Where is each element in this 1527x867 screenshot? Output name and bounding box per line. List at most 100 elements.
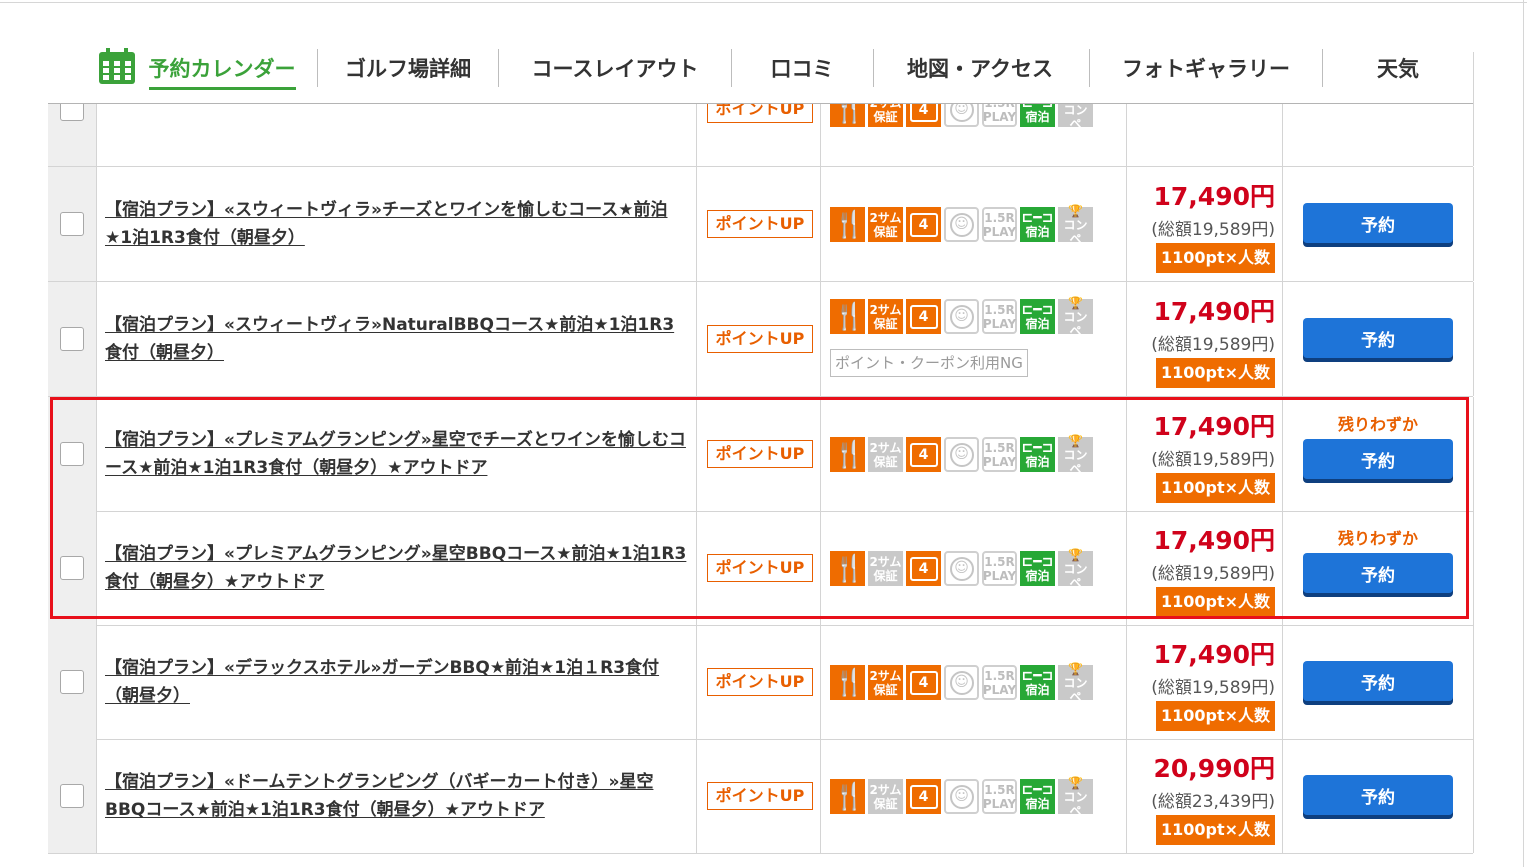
right-divider: [1523, 0, 1524, 867]
play-bottom: PLAY: [982, 316, 1017, 331]
two-sum-text: 2サム保証: [869, 441, 901, 469]
reserve-button[interactable]: 予約: [1303, 203, 1453, 243]
cart-glyph: 4: [909, 212, 938, 237]
few-remaining-label: 残りわずか: [1337, 529, 1418, 548]
stay-label: 宿泊: [1025, 455, 1050, 469]
bed-glyph: ⊏━⊐: [1021, 554, 1054, 570]
plan-total-price: (総額19,589円): [1151, 220, 1275, 240]
reserve-cell: 残りわずか 予約: [1282, 511, 1474, 625]
two-sum-bottom: 保証: [873, 109, 898, 124]
stay-text: ⊏━⊐宿泊: [1022, 440, 1054, 469]
feature-icons: 🍴2サム保証4☺1.5RPLAY⊏━⊐宿泊🏆コンペ: [830, 296, 1093, 338]
point-cell: ポイントUP: [696, 625, 821, 739]
plan-name-link[interactable]: 【宿泊プラン】«デラックスホテル»ガーデンBBQ★前泊★1泊１R3食付（朝昼夕）: [105, 654, 687, 710]
compe-label: コンペ: [1063, 561, 1088, 590]
meal-glyph: 🍴: [833, 667, 865, 698]
plan-checkbox[interactable]: [60, 327, 84, 351]
stay-label: 宿泊: [1025, 683, 1050, 697]
play-bottom: PLAY: [982, 568, 1017, 583]
cart-icon: 4: [906, 665, 941, 700]
stay-icon: ⊏━⊐宿泊: [1020, 665, 1055, 700]
tab-label: フォトギャラリー: [1122, 57, 1290, 81]
plan-price: 17,490円: [1153, 640, 1275, 669]
play-bottom: PLAY: [982, 454, 1017, 469]
plan-name-link[interactable]: 【宿泊プラン】«プレミアムグランピング»星空BBQコース★前泊★1泊1R3食付（…: [105, 540, 687, 596]
plan-total-price: (総額19,589円): [1151, 450, 1275, 470]
play-text: 1.5RPLAY: [983, 669, 1016, 697]
plan-checkbox[interactable]: [60, 670, 84, 694]
stay-label: 宿泊: [1025, 569, 1050, 583]
competition-icon: 🏆コンペ: [1058, 433, 1093, 476]
two-sum-guarantee-icon: 2サム保証: [868, 551, 903, 586]
reserve-button[interactable]: 予約: [1303, 553, 1453, 593]
tab-photo-gallery[interactable]: フォトギャラリー: [1090, 48, 1322, 88]
tab-label: 天気: [1377, 57, 1419, 81]
plan-name-link[interactable]: 【宿泊プラン】«スウィートヴィラ»チーズとワインを愉しむコース★前泊★1泊1R3…: [105, 196, 687, 252]
tab-weather[interactable]: 天気: [1323, 48, 1473, 88]
play-top: 1.5R: [984, 440, 1015, 455]
cart-glyph: 4: [909, 670, 938, 695]
trophy-glyph: 🏆: [1068, 775, 1083, 790]
tab-bar: 予約カレンダー ゴルフ場詳細 コースレイアウト 口コミ 地図・アクセス フォトギ…: [48, 30, 1473, 104]
two-sum-guarantee-icon: 2サム保証: [868, 299, 903, 334]
checkbox-cell: [48, 511, 96, 625]
plan-total-price: (総額23,439円): [1151, 792, 1275, 812]
plan-checkbox[interactable]: [60, 556, 84, 580]
one-point-five-round-play-icon: 1.5RPLAY: [982, 779, 1017, 814]
two-sum-bottom: 保証: [873, 454, 898, 469]
top-divider: [0, 2, 1527, 3]
play-text: 1.5RPLAY: [983, 303, 1016, 331]
caddie-glyph: ☺: [949, 442, 974, 467]
two-sum-text: 2サム保証: [869, 211, 901, 239]
checkbox-cell: [48, 739, 96, 853]
compe-label: コンペ: [1063, 447, 1088, 476]
caddie-glyph: ☺: [949, 556, 974, 581]
caddie-glyph: ☺: [949, 670, 974, 695]
plan-checkbox[interactable]: [60, 442, 84, 466]
tab-map-access[interactable]: 地図・アクセス: [874, 48, 1086, 88]
price-cell: 17,490円 (総額19,589円) 1100pt×人数: [1126, 625, 1283, 739]
reserve-button[interactable]: 予約: [1303, 661, 1453, 701]
reserve-button[interactable]: 予約: [1303, 775, 1453, 815]
meal-icon: 🍴: [830, 299, 866, 334]
plan-name-link[interactable]: 【宿泊プラン】«ドームテントグランピング（バギーカート付き）»星空BBQコース★…: [105, 768, 687, 824]
cart-glyph: 4: [909, 442, 938, 467]
plan-checkbox[interactable]: [60, 212, 84, 236]
plan-name-link[interactable]: 【宿泊プラン】«スウィートヴィラ»NaturalBBQコース★前泊★1泊1R3食…: [105, 311, 687, 367]
tab-course-layout[interactable]: コースレイアウト: [499, 48, 731, 88]
feature-icons: 🍴2サム保証4☺1.5RPLAY⊏━⊐宿泊🏆コンペ: [830, 775, 1093, 818]
stay-icon: ⊏━⊐宿泊: [1020, 551, 1055, 586]
stay-label: 宿泊: [1025, 317, 1050, 331]
feature-icons: 🍴2サム保証4☺1.5RPLAY⊏━⊐宿泊🏆コンペ: [830, 433, 1093, 476]
play-top: 1.5R: [984, 554, 1015, 569]
stay-icon: ⊏━⊐宿泊: [1020, 779, 1055, 814]
reserve-button[interactable]: 予約: [1303, 439, 1453, 479]
two-sum-bottom: 保証: [873, 682, 898, 697]
plan-price: 17,490円: [1153, 412, 1275, 441]
cart-glyph: 4: [909, 784, 938, 809]
plan-price: 17,490円: [1153, 182, 1275, 211]
competition-icon: 🏆コンペ: [1058, 296, 1093, 338]
trophy-glyph: 🏆: [1068, 661, 1083, 676]
few-remaining-label: 残りわずか: [1337, 415, 1418, 434]
stay-label: 宿泊: [1025, 225, 1050, 239]
meal-glyph: 🍴: [833, 301, 865, 332]
feature-icons: 🍴2サム保証4☺1.5RPLAY⊏━⊐宿泊🏆コンペ: [830, 548, 1093, 590]
plan-checkbox[interactable]: [60, 784, 84, 808]
plan-name-cell: 【宿泊プラン】«スウィートヴィラ»NaturalBBQコース★前泊★1泊1R3食…: [96, 282, 697, 396]
bed-glyph: ⊏━⊐: [1021, 440, 1054, 456]
two-sum-text: 2サム保証: [869, 303, 901, 331]
reserve-button[interactable]: 予約: [1303, 318, 1453, 358]
two-sum-guarantee-icon: 2サム保証: [868, 207, 903, 242]
stay-icon: ⊏━⊐宿泊: [1020, 437, 1055, 472]
cart-glyph: 4: [909, 304, 938, 329]
compe-label: コンペ: [1063, 309, 1088, 338]
trophy-glyph: 🏆: [1068, 433, 1083, 448]
meal-glyph: 🍴: [833, 439, 865, 470]
bed-glyph: ⊏━⊐: [1021, 210, 1054, 226]
plan-name-link[interactable]: 【宿泊プラン】«プレミアムグランピング»星空でチーズとワインを愉しむコース★前泊…: [105, 426, 687, 482]
tab-reservation-calendar[interactable]: 予約カレンダー: [82, 48, 312, 90]
tab-golf-course-details[interactable]: ゴルフ場詳細: [318, 48, 498, 88]
tab-reviews[interactable]: 口コミ: [732, 48, 872, 88]
point-up-badge: ポイントUP: [707, 210, 813, 238]
